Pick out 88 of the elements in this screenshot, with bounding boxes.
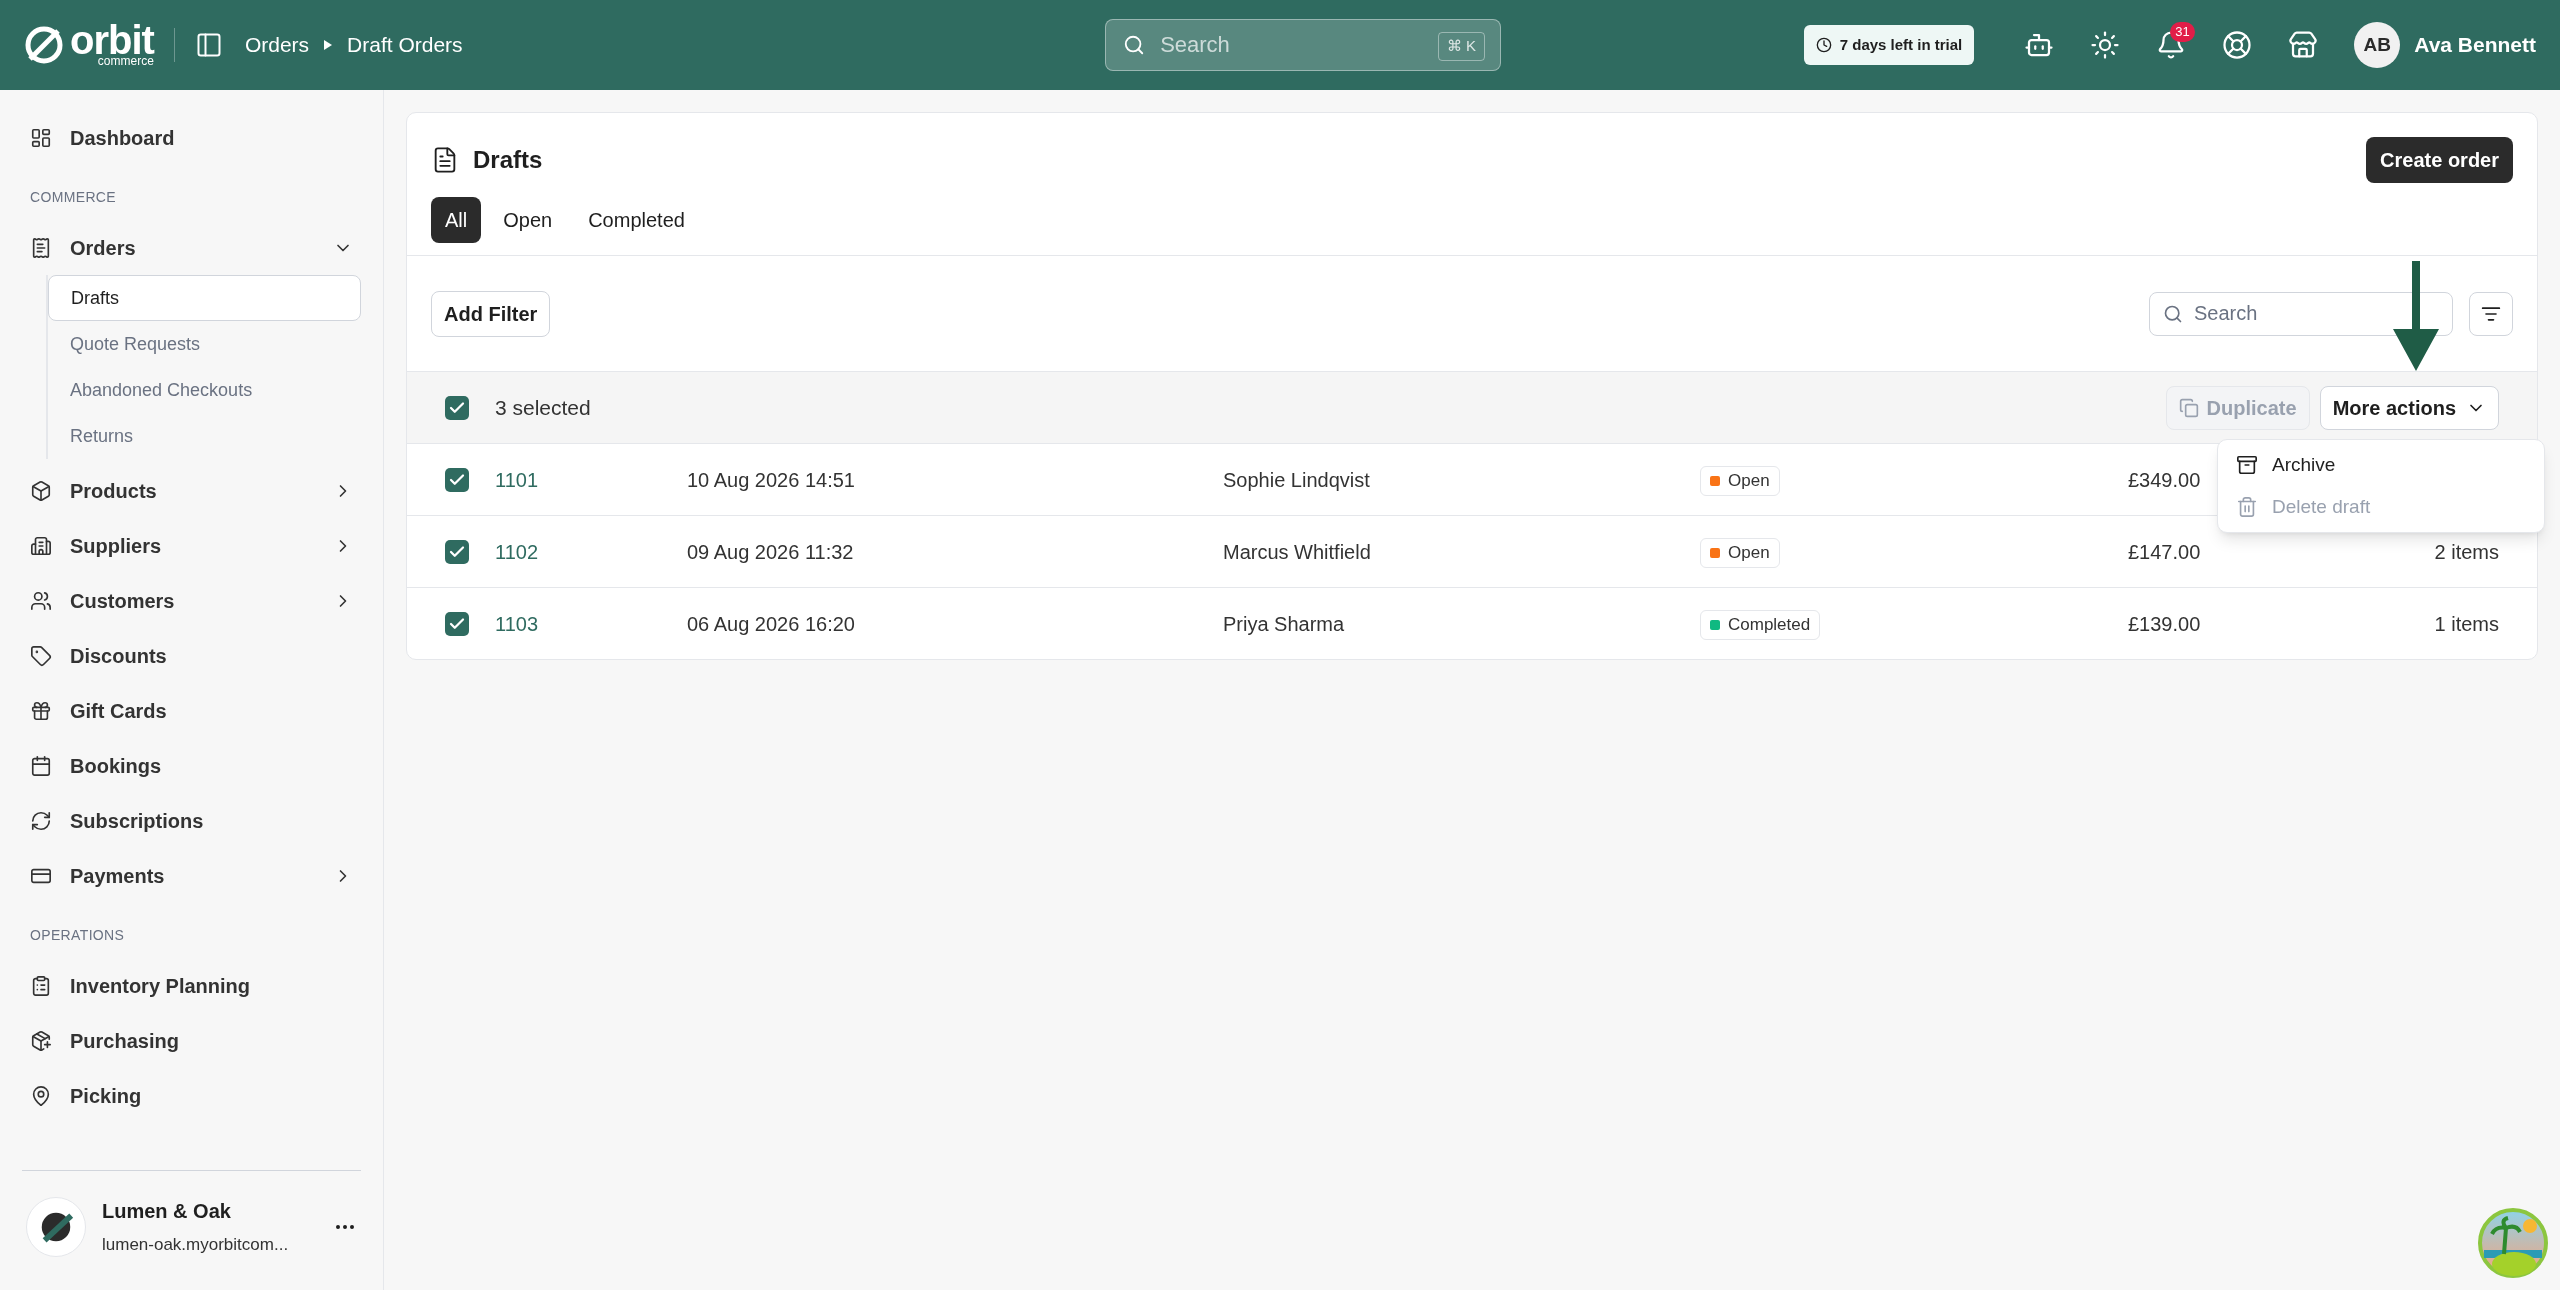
logo-subtitle: commerce bbox=[97, 55, 154, 67]
table-search-field[interactable]: Search bbox=[2149, 291, 2453, 336]
caret-icon bbox=[323, 39, 334, 51]
gift-icon bbox=[30, 699, 52, 722]
trial-text: 7 days left in trial bbox=[1839, 34, 1963, 55]
clock-icon bbox=[1815, 37, 1832, 53]
status-badge: Open bbox=[1700, 465, 1780, 496]
user-name[interactable]: Ava Bennett bbox=[2414, 29, 2536, 61]
logo-name: orbit bbox=[70, 23, 154, 57]
search-icon bbox=[2163, 303, 2183, 324]
status-badge: Open bbox=[1700, 537, 1780, 568]
user-avatar[interactable]: AB bbox=[2354, 22, 2401, 68]
more-actions-button[interactable]: More actions bbox=[2319, 385, 2499, 430]
total-cell-text: £139.00 bbox=[2128, 611, 2201, 637]
building-icon bbox=[30, 534, 52, 557]
island-drawing[interactable] bbox=[2478, 1208, 2548, 1278]
sub-nav-item[interactable]: Returns bbox=[48, 413, 361, 459]
cube-icon bbox=[30, 479, 52, 502]
nav-item[interactable]: Gift Cards bbox=[22, 683, 361, 738]
date-cell-text: 06 Aug 2026 16:20 bbox=[687, 611, 856, 637]
clipboard-icon bbox=[30, 974, 52, 997]
trial-badge[interactable]: 7 days left in trial bbox=[1803, 25, 1975, 65]
order-number-link[interactable]: 1103 bbox=[495, 608, 687, 639]
sub-nav-item[interactable]: Drafts bbox=[48, 275, 361, 321]
grid-icon bbox=[30, 126, 52, 149]
order-number-link[interactable]: 1101 bbox=[495, 464, 687, 495]
archive-icon bbox=[2236, 454, 2258, 476]
package-icon bbox=[30, 1029, 52, 1052]
date-cell-text: 10 Aug 2026 14:51 bbox=[687, 467, 856, 493]
store-name: Lumen & Oak bbox=[102, 1198, 232, 1224]
customer-cell-text: Priya Sharma bbox=[1223, 611, 1346, 637]
nav-item[interactable]: Discounts bbox=[22, 628, 361, 683]
refresh-icon bbox=[30, 809, 52, 832]
sub-nav-item[interactable]: Abandoned Checkouts bbox=[48, 367, 361, 413]
copy-icon bbox=[2178, 397, 2199, 418]
people-icon bbox=[30, 589, 52, 612]
create-order-button[interactable]: Create order bbox=[2366, 137, 2513, 183]
filter-tab[interactable]: Open bbox=[489, 197, 567, 243]
nav-item[interactable]: Customers bbox=[22, 573, 361, 628]
down-arrow-icon bbox=[2391, 261, 2441, 371]
nav-item[interactable]: Dashboard bbox=[22, 110, 361, 165]
store-icon[interactable] bbox=[2288, 30, 2319, 60]
receipt-icon bbox=[30, 236, 52, 259]
filter-tab[interactable]: Completed bbox=[574, 197, 699, 243]
shortcut-hint: ⌘ K bbox=[1437, 32, 1486, 61]
nav-item[interactable]: Orders bbox=[22, 220, 361, 275]
checkbox[interactable] bbox=[445, 395, 469, 420]
nav-item[interactable]: Inventory Planning bbox=[22, 958, 361, 1013]
checkbox[interactable] bbox=[445, 539, 469, 564]
filter-tab[interactable]: All bbox=[431, 197, 482, 243]
page-title: Drafts bbox=[473, 145, 543, 175]
order-number-link[interactable]: 1102 bbox=[495, 536, 687, 567]
total-cell-text: £147.00 bbox=[2128, 539, 2201, 565]
customer-cell-text: Marcus Whitfield bbox=[1223, 539, 1372, 565]
nav-item[interactable]: Payments bbox=[22, 848, 361, 903]
orbit-logo-icon bbox=[24, 25, 64, 65]
selection-count: 3 selected bbox=[495, 394, 591, 421]
items-cell-text: 2 items bbox=[2434, 539, 2499, 565]
section-heading: OPERATIONS bbox=[29, 926, 126, 945]
notification-badge: 31 bbox=[2170, 22, 2195, 42]
section-heading: COMMERCE bbox=[29, 188, 118, 207]
pin-icon bbox=[30, 1084, 52, 1107]
search-icon bbox=[1123, 34, 1146, 56]
nav-item[interactable]: Suppliers bbox=[22, 518, 361, 573]
nav-item[interactable]: Bookings bbox=[22, 738, 361, 793]
breadcrumb-link[interactable]: Draft Orders bbox=[347, 29, 463, 61]
nav-item[interactable]: Purchasing bbox=[22, 1013, 361, 1068]
breadcrumb-link[interactable]: Orders bbox=[244, 29, 310, 61]
nav-item[interactable]: Subscriptions bbox=[22, 793, 361, 848]
items-cell-text: 1 items bbox=[2434, 611, 2499, 637]
customer-cell-text: Sophie Lindqvist bbox=[1223, 467, 1371, 493]
checkbox[interactable] bbox=[445, 611, 469, 636]
sun-icon[interactable] bbox=[2090, 30, 2121, 60]
store-domain: lumen-oak.myorbitcom... bbox=[102, 1233, 290, 1256]
nav-item[interactable]: Products bbox=[22, 463, 361, 518]
total-cell-text: £349.00 bbox=[2128, 467, 2201, 493]
date-cell-text: 09 Aug 2026 11:32 bbox=[687, 539, 855, 565]
sub-nav-item[interactable]: Quote Requests bbox=[48, 321, 361, 367]
nav-item[interactable]: Picking bbox=[22, 1068, 361, 1123]
status-badge: Completed bbox=[1700, 609, 1821, 640]
menu-item[interactable]: Archive bbox=[2224, 444, 2538, 486]
add-filter-button[interactable]: Add Filter bbox=[431, 290, 551, 337]
trash-icon bbox=[2236, 496, 2258, 518]
tag-icon bbox=[30, 644, 52, 667]
sort-button[interactable] bbox=[2469, 291, 2513, 336]
checkbox[interactable] bbox=[445, 467, 469, 492]
help-icon[interactable] bbox=[2222, 30, 2253, 60]
calendar-icon bbox=[30, 754, 52, 777]
